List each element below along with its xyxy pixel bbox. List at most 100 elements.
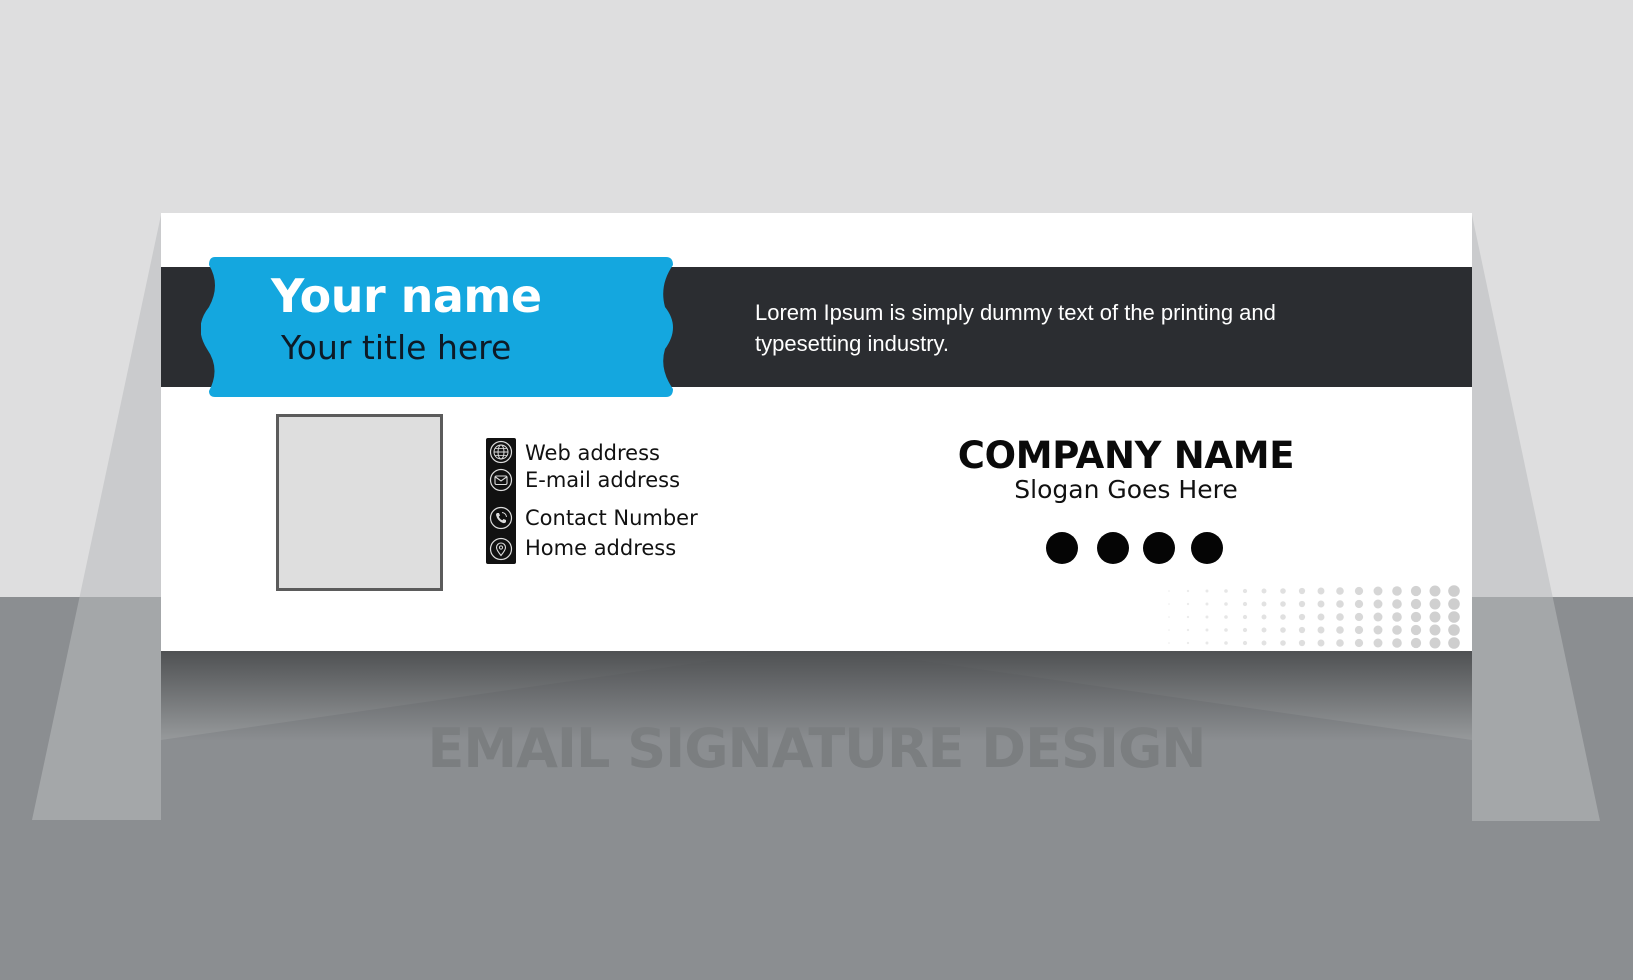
halftone-dot [1224,602,1228,606]
signature-card: Your name Your title here Lorem Ipsum is… [161,213,1472,651]
halftone-dot [1205,602,1209,606]
halftone-dot [1392,625,1402,635]
halftone-dots-decoration [1168,585,1460,649]
halftone-dot [1280,588,1286,594]
halftone-dot [1298,613,1306,621]
halftone-dot [1354,625,1364,635]
halftone-dot [1298,639,1306,647]
halftone-dot [1448,598,1460,610]
halftone-dot [1448,637,1460,649]
halftone-dot [1242,601,1248,607]
halftone-dot [1186,589,1190,593]
halftone-dot [1336,613,1344,621]
tagline-text: Lorem Ipsum is simply dummy text of the … [755,300,1276,356]
halftone-dot [1392,599,1402,609]
halftone-dot [1224,589,1228,593]
halftone-dot [1280,614,1286,620]
halftone-dot [1298,600,1306,608]
halftone-dot [1261,588,1267,594]
halftone-dot [1354,638,1364,648]
halftone-dot [1429,637,1441,649]
envelope-icon [489,468,513,492]
halftone-dot [1224,628,1228,632]
halftone-dot [1224,615,1228,619]
halftone-dot [1373,638,1383,648]
halftone-dot [1280,601,1286,607]
social-icon-4[interactable] [1191,532,1223,564]
halftone-dot [1186,602,1190,606]
halftone-dot [1224,641,1228,645]
halftone-dot [1410,637,1422,649]
halftone-dot [1410,598,1422,610]
halftone-dot [1261,601,1267,607]
halftone-dot [1205,641,1209,645]
halftone-dot [1392,638,1402,648]
halftone-dot [1261,614,1267,620]
halftone-dot [1336,600,1344,608]
contact-number[interactable]: Contact Number [525,508,698,529]
halftone-dot [1317,639,1325,647]
halftone-dot [1261,627,1267,633]
halftone-dot [1336,639,1344,647]
halftone-dot [1168,616,1170,618]
halftone-dot [1354,599,1364,609]
halftone-dot [1261,640,1267,646]
phone-icon [489,506,513,530]
halftone-dot [1242,627,1248,633]
halftone-dot [1317,600,1325,608]
halftone-dot [1242,640,1248,646]
halftone-dot [1242,588,1248,594]
halftone-dot [1448,624,1460,636]
halftone-dot [1373,599,1383,609]
halftone-dot [1186,641,1190,645]
halftone-dot [1280,640,1286,646]
web-address[interactable]: Web address [525,443,660,464]
halftone-dot [1242,614,1248,620]
halftone-dot [1373,625,1383,635]
halftone-dot [1373,612,1383,622]
halftone-dot [1373,586,1383,596]
halftone-dot [1186,628,1190,632]
halftone-dot [1429,585,1441,597]
halftone-dot [1429,611,1441,623]
halftone-dot [1205,589,1209,593]
halftone-dot [1168,603,1170,605]
halftone-dot [1392,586,1402,596]
halftone-dot [1298,587,1306,595]
halftone-dot [1410,624,1422,636]
home-address: Home address [525,536,677,560]
halftone-dot [1168,629,1170,631]
halftone-dot [1298,626,1306,634]
halftone-dot [1448,585,1460,597]
halftone-dot [1280,627,1286,633]
halftone-dot [1317,613,1325,621]
halftone-dot [1186,615,1190,619]
design-caption: EMAIL SIGNATURE DESIGN [427,717,1207,780]
company-slogan: Slogan Goes Here [1014,475,1238,504]
halftone-dot [1354,612,1364,622]
halftone-dot [1336,587,1344,595]
halftone-dot [1410,585,1422,597]
halftone-dot [1205,628,1209,632]
halftone-dot [1448,611,1460,623]
contact-icon-strip [486,438,516,564]
halftone-dot [1205,615,1209,619]
email-address[interactable]: E-mail address [525,470,680,491]
halftone-dot [1354,586,1364,596]
halftone-dot [1168,642,1170,644]
halftone-dot [1392,612,1402,622]
social-icon-1[interactable] [1046,532,1078,564]
social-icon-3[interactable] [1143,532,1175,564]
company-name: COMPANY NAME [957,434,1295,477]
halftone-dot [1410,611,1422,623]
halftone-dot [1429,624,1441,636]
halftone-dot [1336,626,1344,634]
social-icon-2[interactable] [1097,532,1129,564]
photo-placeholder[interactable] [276,414,443,591]
person-name: Your name [271,269,542,323]
halftone-dot [1317,626,1325,634]
location-pin-icon [489,537,513,561]
halftone-dot [1168,590,1170,592]
halftone-dot [1429,598,1441,610]
halftone-dot [1317,587,1325,595]
